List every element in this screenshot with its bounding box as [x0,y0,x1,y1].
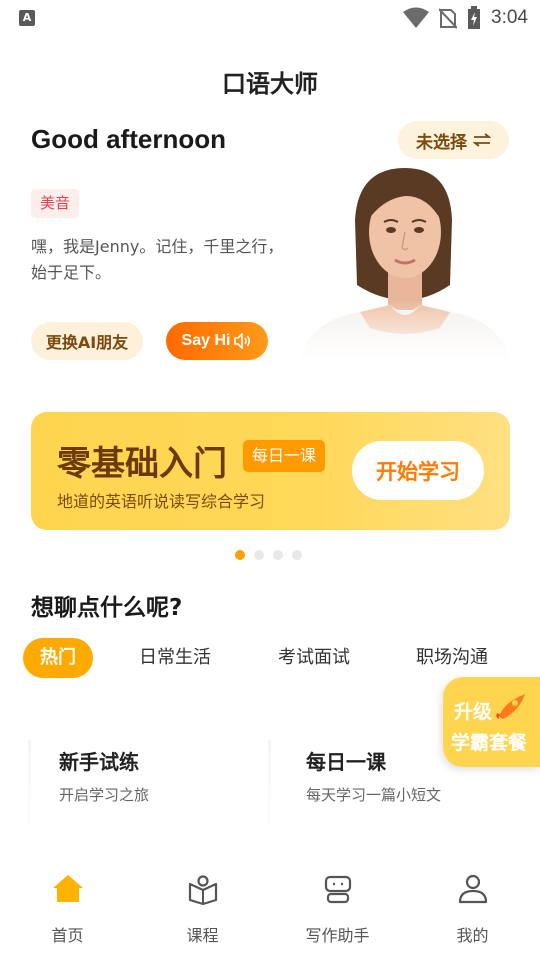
rocket-icon [496,694,525,720]
nav-profile[interactable]: 我的 [405,860,540,960]
nav-label: 课程 [186,926,219,945]
nav-courses[interactable]: 课程 [135,860,270,960]
profile-icon [458,874,487,904]
banner-subtitle: 地道的英语听说读写综合学习 [57,492,266,511]
say-hi-label: Say Hi [181,332,231,349]
start-learning-button[interactable]: 开始学习 [352,441,484,500]
card-divider [268,740,271,840]
page-title: 口语大师 [222,70,318,98]
tab-workplace[interactable]: 职场沟通 [416,638,488,678]
lesson-card-daily[interactable]: 每日一课 每天学习一篇小短文 [276,740,512,840]
nav-writing-assistant[interactable]: 写作助手 [270,860,405,960]
clock: 3:04 [491,7,528,28]
say-hi-button[interactable]: Say Hi [166,322,268,360]
change-ai-friend-button[interactable]: 更换AI朋友 [31,322,143,360]
carousel-dot[interactable] [235,550,245,560]
course-book-icon [188,875,217,906]
swap-icon [473,133,491,147]
tab-exam-interview[interactable]: 考试面试 [278,638,350,678]
carousel-indicator[interactable] [235,550,302,560]
status-bar: A 3:04 [0,0,540,36]
app-screen: A 3:04 口语大师 Good afternoon 未选择 美音 嘿，我是Je… [0,0,540,960]
section-title: 想聊点什么呢? [31,595,183,621]
nav-label: 首页 [51,926,84,945]
card-subtitle: 每天学习一篇小短文 [306,786,442,804]
lesson-card-beginner[interactable]: 新手试练 开启学习之旅 [31,740,267,840]
wifi-icon [403,7,430,28]
no-sim-icon [439,8,458,29]
speaker-icon [234,333,251,349]
card-title: 每日一课 [306,750,386,774]
greeting-text: Good afternoon [31,124,226,154]
nav-home[interactable]: 首页 [0,860,135,960]
card-title: 新手试练 [59,750,139,774]
carousel-dot[interactable] [254,550,264,560]
upgrade-label: 升级 [454,701,493,723]
ai-intro-text: 嘿，我是Jenny。记住，千里之行，始于足下。 [31,237,284,282]
carousel-dot[interactable] [292,550,302,560]
selector-label: 未选择 [416,132,467,153]
accent-badge: 美音 [31,189,80,218]
home-icon [52,875,83,902]
topic-tabs: 热门 日常生活 考试面试 职场沟通 [23,638,523,678]
ai-friend-avatar [300,160,510,360]
partner-selector-button[interactable]: 未选择 [398,121,509,159]
course-banner[interactable]: 零基础入门 每日一课 地道的英语听说读写综合学习 开始学习 [31,412,510,530]
banner-title: 零基础入门 [57,444,227,484]
tab-daily-life[interactable]: 日常生活 [139,638,211,678]
notification-icon: A [19,10,35,26]
card-subtitle: 开启学习之旅 [59,786,150,804]
carousel-dot[interactable] [273,550,283,560]
battery-charging-icon [468,6,481,29]
bottom-navigation: 首页 课程 写作助手 我的 [0,860,540,960]
nav-label: 写作助手 [305,926,370,945]
daily-lesson-badge: 每日一课 [243,440,326,472]
tab-hot[interactable]: 热门 [23,638,93,678]
status-icons: 3:04 [403,6,528,30]
robot-icon [324,875,351,904]
nav-label: 我的 [456,926,489,945]
